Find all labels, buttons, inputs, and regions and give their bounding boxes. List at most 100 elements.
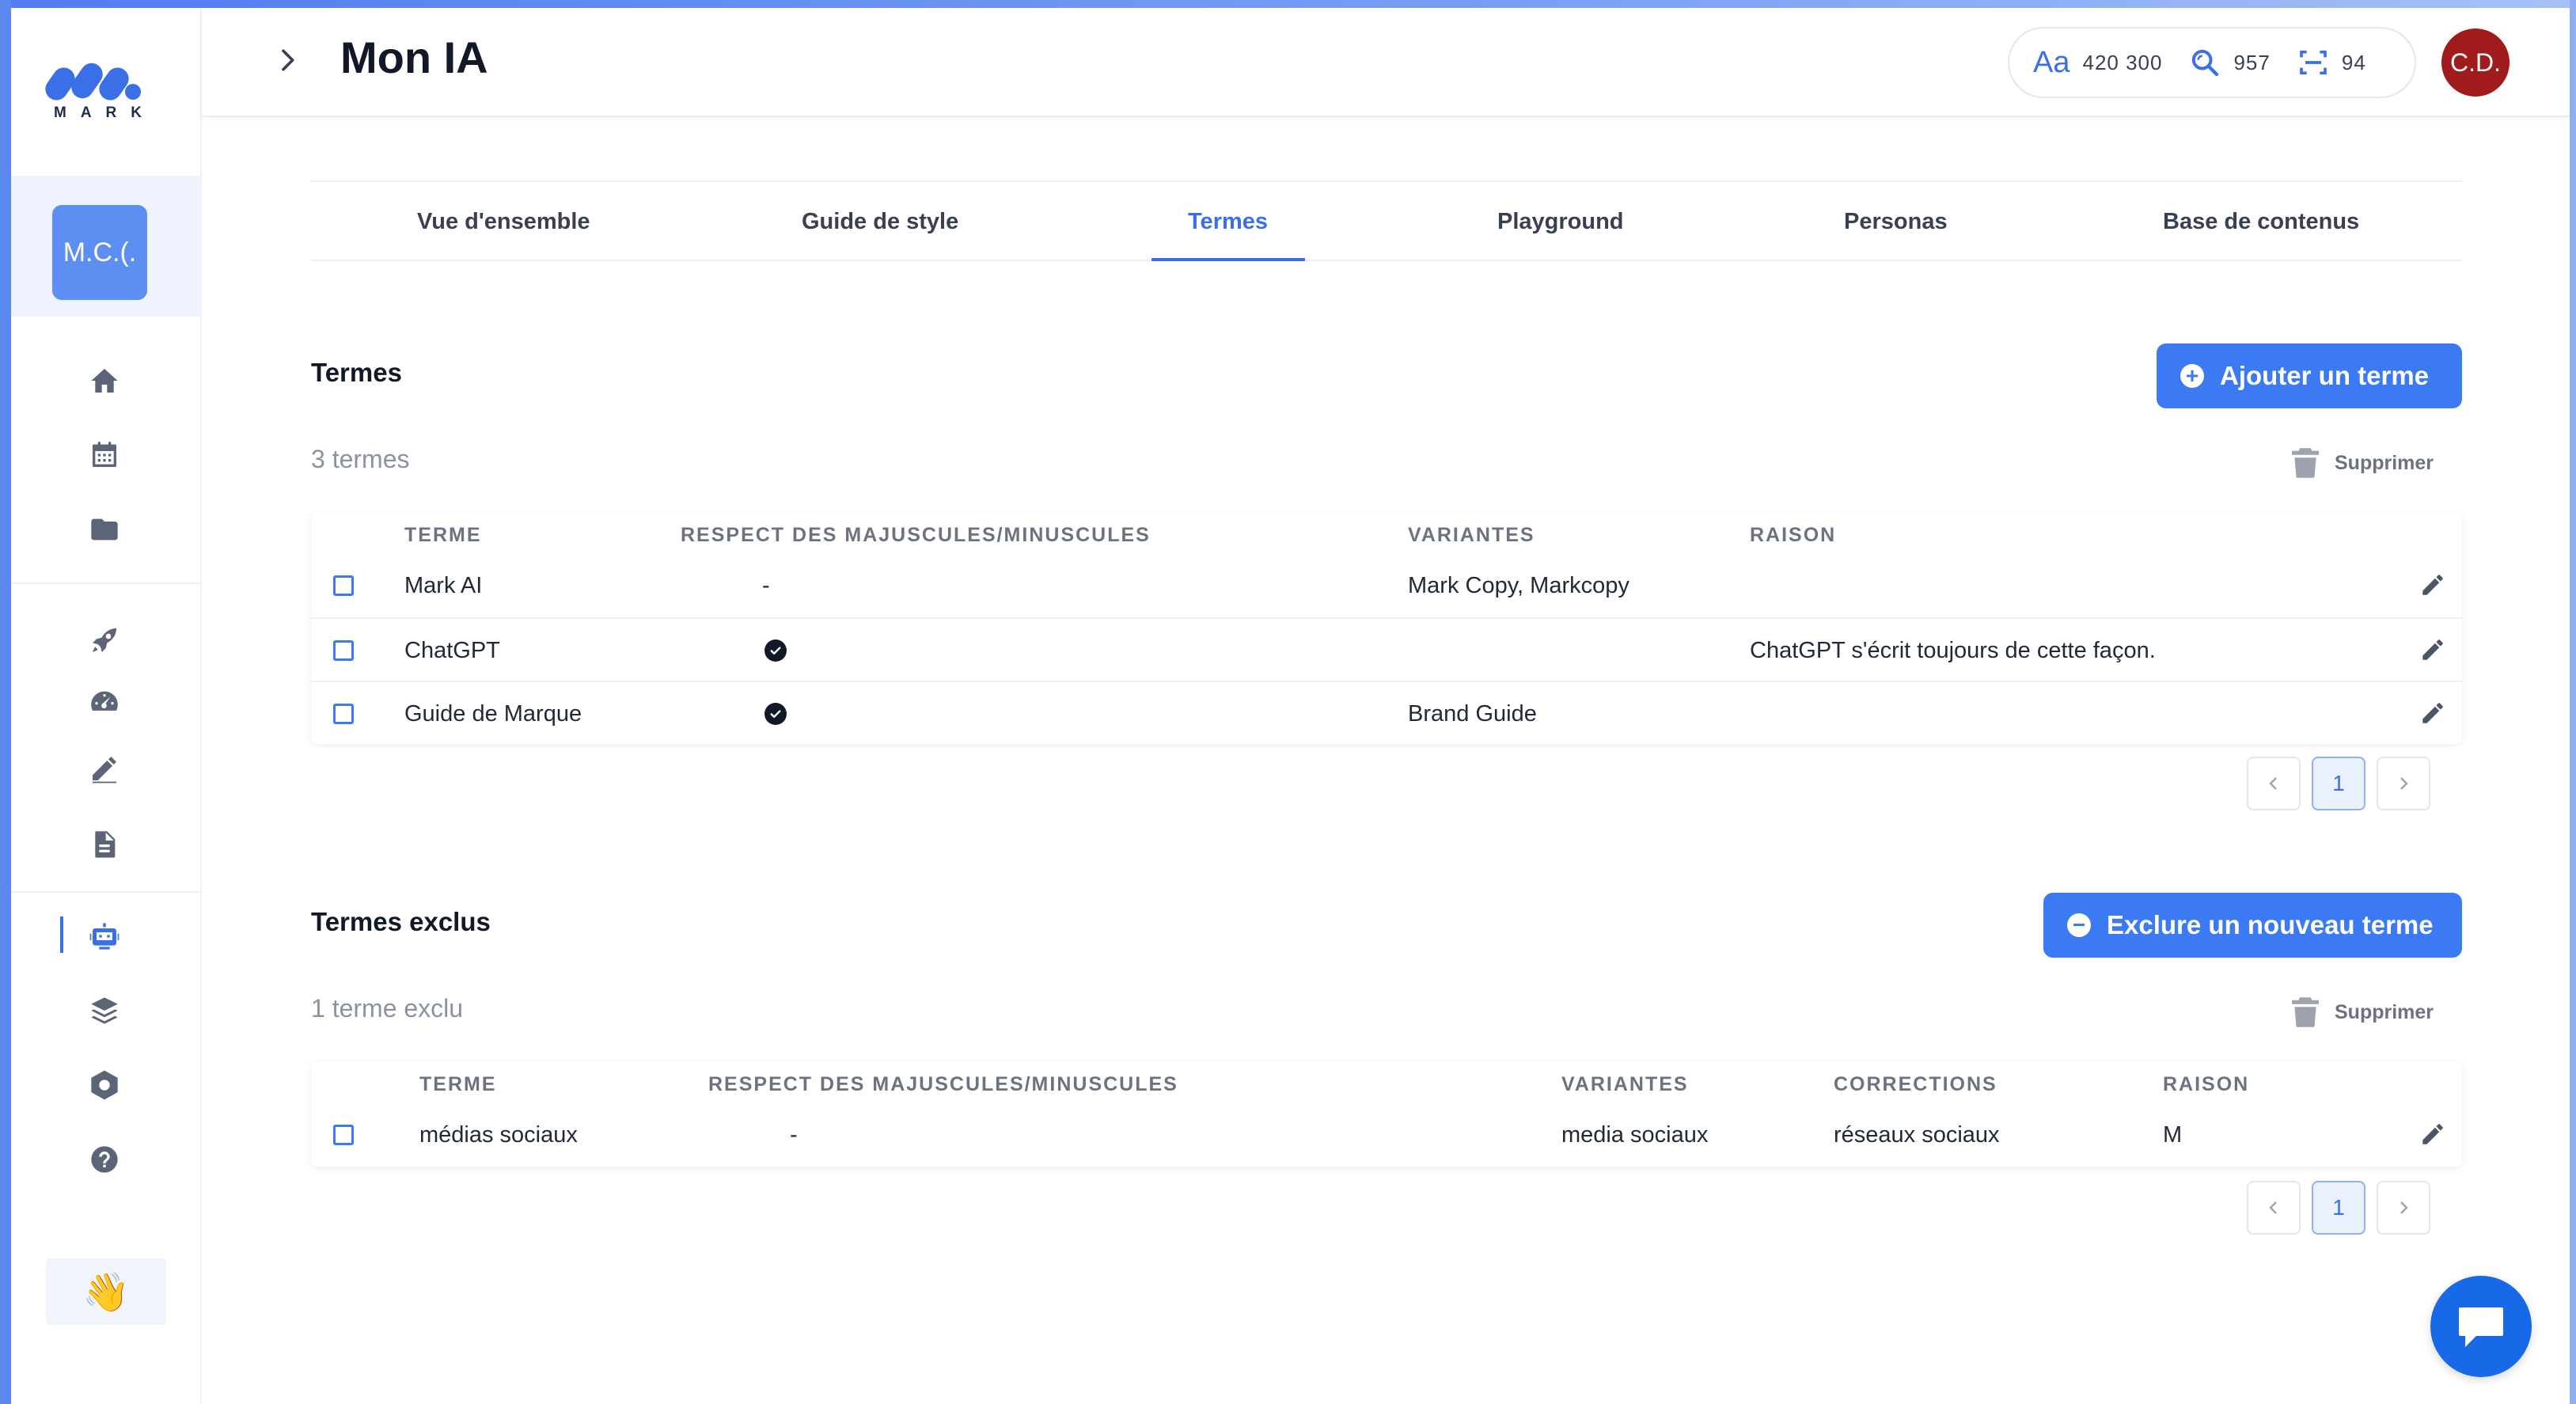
stat-characters-value: 420 300 (2082, 50, 2163, 74)
tab-playground[interactable]: Playground (1497, 182, 1624, 261)
workspace-switcher: M.C.(. (11, 176, 202, 317)
sidebar-item-home[interactable] (86, 362, 123, 399)
delete-excluded-button[interactable]: Supprimer (2292, 997, 2434, 1027)
edit-row-button[interactable] (2419, 700, 2446, 727)
sidebar-item-dashboard[interactable] (86, 684, 123, 720)
chat-icon (2459, 1307, 2503, 1347)
trash-icon (2292, 448, 2319, 478)
brand-logo[interactable]: MARK (44, 55, 147, 127)
expand-sidebar-button[interactable] (271, 44, 303, 76)
column-header: TERME (419, 1073, 497, 1095)
document-icon (95, 831, 116, 858)
page-number-button[interactable]: 1 (2312, 757, 2365, 810)
delete-terms-button[interactable]: Supprimer (2292, 448, 2434, 478)
terms-pagination: 1 (2247, 757, 2441, 810)
sidebar-item-folders[interactable] (86, 511, 123, 548)
chevron-right-icon (2400, 1201, 2408, 1214)
prev-page-button[interactable] (2247, 757, 2301, 810)
chevron-left-icon (2269, 1201, 2277, 1214)
term-cell: Mark AI (404, 572, 483, 598)
help-icon (91, 1146, 118, 1173)
tab-overview[interactable]: Vue d'ensemble (417, 182, 590, 261)
case-cell: - (790, 1121, 798, 1148)
search-icon (2189, 47, 2221, 78)
terms-table: TERME RESPECT DES MAJUSCULES/MINUSCULES … (311, 513, 2462, 744)
column-header: RAISON (2163, 1073, 2250, 1095)
layers-icon (91, 997, 118, 1024)
column-header: RESPECT DES MAJUSCULES/MINUSCULES (681, 524, 1151, 546)
wave-button[interactable]: 👋 (46, 1258, 166, 1325)
sidebar-item-editor[interactable] (86, 750, 123, 787)
excluded-table: TERME RESPECT DES MAJUSCULES/MINUSCULES … (311, 1062, 2462, 1167)
terms-section-title: Termes (311, 358, 402, 387)
sidebar-item-launch[interactable] (86, 622, 123, 658)
page-number-button[interactable]: 1 (2312, 1181, 2365, 1235)
edit-row-button[interactable] (2419, 1121, 2446, 1148)
edit-row-button[interactable] (2419, 571, 2446, 598)
table-row: Mark AI - Mark Copy, Markcopy (311, 554, 2462, 617)
delete-excluded-label: Supprimer (2335, 1000, 2434, 1023)
workspace-button[interactable]: M.C.(. (52, 205, 147, 300)
tab-personas[interactable]: Personas (1844, 182, 1948, 261)
exclude-term-button[interactable]: − Exclure un nouveau terme (2043, 893, 2462, 958)
stat-searches-value: 957 (2233, 50, 2271, 74)
row-checkbox[interactable] (333, 640, 354, 661)
tab-style-guide[interactable]: Guide de style (802, 182, 958, 261)
chevron-left-icon (2269, 777, 2277, 790)
check-circle-icon (764, 703, 787, 725)
edit-row-button[interactable] (2419, 636, 2446, 663)
sidebar-item-help[interactable] (86, 1141, 123, 1178)
variants-cell: media sociaux (1561, 1121, 1709, 1148)
sidebar-divider (11, 891, 202, 893)
case-cell (764, 619, 787, 682)
column-header: RESPECT DES MAJUSCULES/MINUSCULES (708, 1073, 1178, 1095)
term-cell: médias sociaux (419, 1121, 578, 1148)
add-term-label: Ajouter un terme (2220, 361, 2430, 390)
term-cell: ChatGPT (404, 637, 500, 663)
row-checkbox[interactable] (333, 1125, 354, 1145)
sidebar-divider (11, 582, 202, 584)
case-cell: - (762, 572, 770, 598)
stat-scans: 94 (2297, 47, 2366, 78)
chevron-right-icon (2400, 777, 2408, 790)
pencil-icon (2422, 703, 2443, 723)
sidebar-item-documents[interactable] (86, 826, 123, 863)
sidebar-item-layers[interactable] (86, 992, 123, 1029)
sidebar-item-calendar[interactable] (86, 437, 123, 473)
row-checkbox[interactable] (333, 704, 354, 724)
excluded-count: 1 terme exclu (311, 994, 464, 1023)
corrections-cell: réseaux sociaux (1834, 1121, 2000, 1148)
next-page-button[interactable] (2377, 757, 2430, 810)
usage-stats[interactable]: Aa 420 300 957 94 (2008, 27, 2416, 98)
add-term-button[interactable]: + Ajouter un terme (2157, 343, 2462, 408)
header: Mon IA Aa 420 300 957 94 C.D. (202, 8, 2570, 117)
home-icon (91, 369, 118, 393)
stat-characters: Aa 420 300 (2033, 46, 2162, 80)
tab-bar: Vue d'ensemble Guide de style Termes Pla… (311, 180, 2462, 261)
sidebar-item-my-ai[interactable] (86, 918, 123, 954)
column-header: RAISON (1750, 524, 1837, 546)
column-header: TERME (404, 524, 482, 546)
stat-searches: 957 (2189, 47, 2270, 78)
trash-icon (2292, 997, 2319, 1027)
table-row: ChatGPT ChatGPT s'écrit toujours de cett… (311, 617, 2462, 681)
excluded-section-title: Termes exclus (311, 907, 491, 936)
user-avatar[interactable]: C.D. (2441, 28, 2510, 97)
delete-terms-label: Supprimer (2335, 451, 2434, 474)
variants-cell: Mark Copy, Markcopy (1408, 572, 1629, 598)
row-checkbox[interactable] (333, 575, 354, 596)
logo-icon (45, 63, 141, 101)
window-accent-bar (0, 0, 2576, 8)
chat-support-button[interactable] (2430, 1276, 2532, 1377)
next-page-button[interactable] (2377, 1181, 2430, 1235)
brand-name: MARK (54, 104, 156, 121)
folder-icon (91, 518, 118, 541)
variants-cell: Brand Guide (1408, 700, 1537, 727)
tab-content-base[interactable]: Base de contenus (2163, 182, 2359, 261)
tab-terms[interactable]: Termes (1188, 182, 1268, 261)
minus-circle-icon: − (2067, 913, 2091, 937)
sidebar-item-settings[interactable] (86, 1067, 123, 1103)
prev-page-button[interactable] (2247, 1181, 2301, 1235)
case-cell (764, 682, 787, 746)
sidebar-active-indicator (60, 916, 63, 953)
